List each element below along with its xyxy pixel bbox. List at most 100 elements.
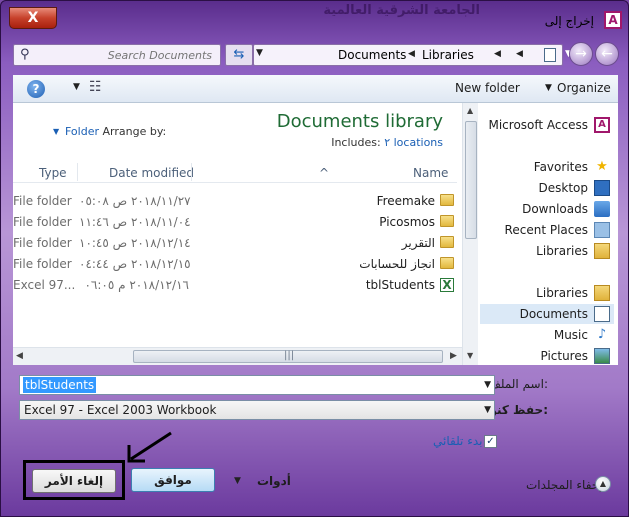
breadcrumb-separator-icon[interactable]: ◀ xyxy=(408,49,415,59)
breadcrumb-separator-icon[interactable]: ◀ xyxy=(494,49,501,59)
recent-places-icon xyxy=(594,222,610,238)
breadcrumb-overflow-icon[interactable]: ◀ xyxy=(516,49,523,59)
back-arrow-icon: ← xyxy=(601,46,613,62)
organize-button[interactable]: Organize xyxy=(557,81,611,95)
folder-icon xyxy=(440,257,454,269)
file-name: التقرير xyxy=(401,236,435,250)
access-icon: A xyxy=(604,11,622,29)
refresh-button[interactable]: ⇆ xyxy=(225,44,253,66)
downloads-icon xyxy=(594,201,610,217)
arrange-by-value[interactable]: Folder xyxy=(65,125,99,138)
highlight-box: إلغاء الأمر xyxy=(23,460,125,500)
dialog-title: إخراج إلى xyxy=(544,14,594,28)
nav-item-music[interactable]: Music ♪ xyxy=(480,325,614,345)
tools-dropdown-icon[interactable]: ▼ xyxy=(234,476,241,486)
scroll-down-icon[interactable]: ▼ xyxy=(467,351,473,360)
nav-item-label: Downloads xyxy=(522,202,588,216)
nav-item-recent-places[interactable]: Recent Places xyxy=(480,220,614,240)
star-icon: ★ xyxy=(596,159,608,174)
libraries-icon xyxy=(594,243,610,259)
file-list-pane: Documents library Includes: ٢ locations … xyxy=(13,103,457,365)
file-row[interactable]: File folder ٢٠١٨/١٢/١٥ ص ٠٤:٤٤ انجاز للح… xyxy=(13,254,457,275)
file-name-dropdown-icon[interactable]: ▼ xyxy=(484,380,491,390)
vertical-scroll-thumb[interactable] xyxy=(465,121,477,239)
arrange-by-label: Arrange by: xyxy=(102,125,167,138)
column-header-name[interactable]: Name xyxy=(413,166,448,180)
file-type: File folder xyxy=(13,194,72,208)
annotation-arrow-icon xyxy=(127,431,172,463)
horizontal-scroll-thumb[interactable]: ||| xyxy=(133,350,443,363)
column-divider[interactable] xyxy=(77,163,78,181)
nav-item-libraries[interactable]: Libraries xyxy=(480,283,614,303)
file-date: ٢٠١٨/١٢/١٦ م ٠٦:٠٥ xyxy=(84,278,189,292)
command-toolbar: ? ▼ ☷ New folder ▼ Organize xyxy=(13,75,618,103)
nav-item-libraries[interactable]: Libraries xyxy=(480,241,614,261)
column-header-type[interactable]: Type xyxy=(39,166,67,180)
vertical-scrollbar[interactable]: ▲ ▼ xyxy=(462,103,478,365)
close-button[interactable]: X xyxy=(9,7,57,29)
music-icon: ♪ xyxy=(597,327,607,342)
horizontal-scrollbar[interactable]: ◀ ||| ▶ xyxy=(13,347,462,365)
nav-item-desktop[interactable]: Desktop xyxy=(480,178,614,198)
file-name: Freemake xyxy=(376,194,435,208)
scroll-up-icon[interactable]: ▲ xyxy=(467,106,473,115)
file-row[interactable]: File folder ٢٠١٨/١٢/١٤ ص ١٠:٤٥ التقرير xyxy=(13,233,457,254)
view-details-icon[interactable]: ☷ xyxy=(89,79,102,95)
arrange-dropdown-icon[interactable]: ▼ xyxy=(53,127,59,136)
address-row: ⚲ ⇆ ▼ Documents ◀ Libraries ◀ ◀ ▼ → ← xyxy=(9,41,621,69)
auto-start-checkbox[interactable]: ✓ xyxy=(484,435,497,448)
includes-locations-link[interactable]: ٢ locations xyxy=(384,136,443,149)
search-input[interactable] xyxy=(42,45,212,65)
hide-folders-button[interactable]: إخفاء المجلدات xyxy=(526,478,603,492)
nav-item-label: Desktop xyxy=(538,181,589,195)
file-row[interactable]: File folder ٢٠١٨/١١/٢٧ ص ٠٥:٠٨ Freemake xyxy=(13,191,457,212)
nav-item-pictures[interactable]: Pictures xyxy=(480,346,614,366)
file-type: File folder xyxy=(13,257,72,271)
nav-item-microsoft-access[interactable]: Microsoft Access A xyxy=(480,115,614,135)
excel-icon: X xyxy=(440,278,454,292)
file-name: انجاز للحسابات xyxy=(359,257,435,271)
organize-dropdown-icon[interactable]: ▼ xyxy=(545,83,552,93)
address-bar[interactable]: ▼ Documents ◀ Libraries ◀ ◀ xyxy=(253,44,563,66)
file-name-field[interactable]: tblStudents ▼ xyxy=(19,375,495,395)
auto-start-label[interactable]: بدء تلقائي xyxy=(433,434,482,448)
back-button[interactable]: ← xyxy=(595,42,619,66)
column-divider[interactable] xyxy=(191,163,192,181)
save-as-type-select[interactable]: Excel 97 - Excel 2003 Workbook ▼ xyxy=(19,400,495,420)
file-name-value[interactable]: tblStudents xyxy=(23,377,97,393)
nav-item-favorites[interactable]: Favorites ★ xyxy=(480,157,614,177)
nav-item-documents[interactable]: Documents xyxy=(480,304,614,324)
save-as-type-dropdown-icon[interactable]: ▼ xyxy=(484,405,491,415)
chevron-up-icon[interactable]: ▲ xyxy=(595,476,611,492)
nav-item-downloads[interactable]: Downloads xyxy=(480,199,614,219)
library-title: Documents library xyxy=(276,111,443,132)
help-icon[interactable]: ? xyxy=(27,80,45,98)
file-date: ٢٠١٨/١٢/١٥ ص ٠٤:٤٤ xyxy=(79,257,191,271)
file-row[interactable]: File folder ٢٠١٨/١١/٠٤ ص ١١:٤٦ Picosmos xyxy=(13,212,457,233)
navigation-pane: Microsoft Access A Favorites ★ Desktop D… xyxy=(478,103,618,365)
nav-item-label: Libraries xyxy=(536,286,588,300)
scroll-left-icon[interactable]: ◀ xyxy=(16,351,23,361)
forward-button[interactable]: → xyxy=(569,42,593,66)
view-options-dropdown-icon[interactable]: ▼ xyxy=(73,82,80,92)
main-area: Documents library Includes: ٢ locations … xyxy=(13,103,618,365)
folder-icon xyxy=(440,215,454,227)
new-folder-button[interactable]: New folder xyxy=(455,81,520,95)
scroll-right-icon[interactable]: ▶ xyxy=(450,351,457,361)
save-as-type-value: Excel 97 - Excel 2003 Workbook xyxy=(24,403,217,417)
search-box[interactable]: ⚲ xyxy=(13,44,221,66)
ok-button[interactable]: موافق xyxy=(131,468,215,492)
address-dropdown-icon[interactable]: ▼ xyxy=(256,48,263,58)
column-header-date-modified[interactable]: Date modified xyxy=(109,166,194,180)
file-type: File folder xyxy=(13,236,72,250)
tools-button[interactable]: أدوات xyxy=(257,474,291,488)
cancel-button[interactable]: إلغاء الأمر xyxy=(32,469,116,493)
access-icon: A xyxy=(594,117,610,133)
breadcrumb-documents[interactable]: Documents xyxy=(338,48,406,62)
file-row[interactable]: Excel 97... ٢٠١٨/١٢/١٦ م ٠٦:٠٥ tblStuden… xyxy=(13,275,457,296)
dialog-window: الجامعة الشرقية العالمية X إخراج إلى A ⚲… xyxy=(0,0,629,517)
nav-item-label: Microsoft Access xyxy=(488,118,588,132)
nav-item-label: Recent Places xyxy=(504,223,588,237)
breadcrumb-libraries[interactable]: Libraries xyxy=(422,48,474,62)
documents-icon xyxy=(594,306,610,322)
